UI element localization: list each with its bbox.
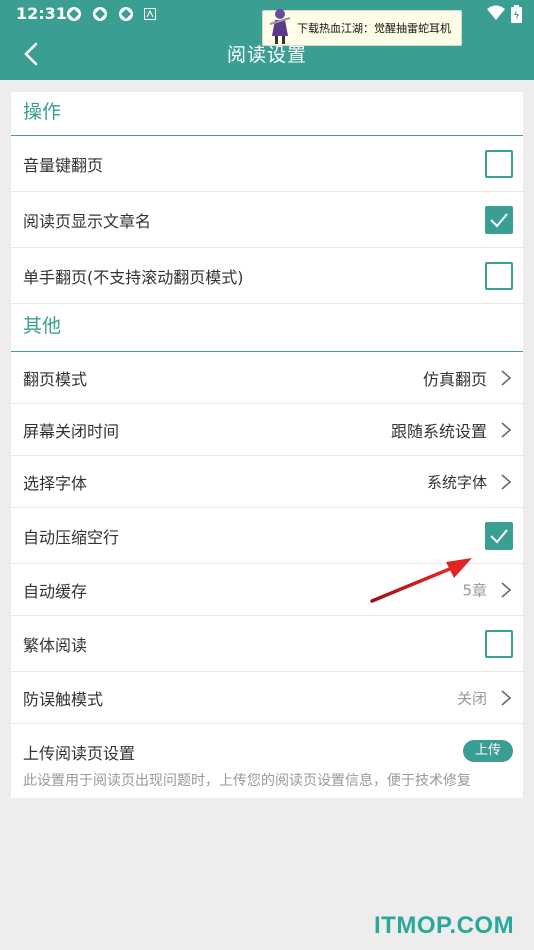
checkbox-unchecked[interactable] <box>485 261 513 290</box>
settings-card: 操作 音量键翻页 阅读页显示文章名 单手翻页(不支持滚动翻页模式) 其他 翻页模… <box>11 92 523 798</box>
setting-label: 繁体阅读 <box>23 635 88 655</box>
chevron-right-icon <box>501 473 512 490</box>
check-icon <box>490 528 508 543</box>
checkbox-checked[interactable] <box>485 205 513 234</box>
setting-label: 防误触模式 <box>23 689 104 709</box>
setting-label: 屏幕关闭时间 <box>23 421 120 441</box>
wifi-icon <box>487 5 505 20</box>
checkbox-checked[interactable] <box>485 521 513 550</box>
setting-label: 翻页模式 <box>23 369 88 389</box>
setting-one-hand-page[interactable]: 单手翻页(不支持滚动翻页模式) <box>11 248 523 304</box>
checkbox-unchecked[interactable] <box>485 629 513 658</box>
setting-label: 自动缓存 <box>23 581 88 601</box>
annotation-arrow-icon <box>370 558 472 603</box>
setting-value: 关闭 <box>456 689 487 707</box>
setting-font[interactable]: 选择字体 系统字体 <box>11 456 523 508</box>
setting-traditional-chinese[interactable]: 繁体阅读 <box>11 616 523 672</box>
notification-icon <box>119 7 133 21</box>
setting-description: 此设置用于阅读页出现问题时，上传您的阅读页设置信息，便于技术修复 <box>23 773 471 789</box>
setting-label: 单手翻页(不支持滚动翻页模式) <box>23 267 244 287</box>
setting-label: 阅读页显示文章名 <box>23 211 152 231</box>
chevron-right-icon <box>501 689 512 706</box>
setting-upload-reading-settings: 上传阅读页设置 上传 此设置用于阅读页出现问题时，上传您的阅读页设置信息，便于技… <box>11 724 523 798</box>
setting-mistouch-mode[interactable]: 防误触模式 关闭 <box>11 672 523 724</box>
chevron-right-icon <box>501 421 512 438</box>
setting-label: 上传阅读页设置 <box>23 744 136 763</box>
notification-icon <box>93 7 107 21</box>
chevron-right-icon <box>501 581 512 598</box>
app-notification-icon <box>144 8 156 20</box>
chevron-right-icon <box>501 369 512 386</box>
setting-value: 仿真翻页 <box>422 369 487 389</box>
game-character-icon <box>269 9 291 44</box>
checkbox-unchecked[interactable] <box>485 149 513 178</box>
setting-volume-key-page[interactable]: 音量键翻页 <box>11 136 523 192</box>
setting-page-mode[interactable]: 翻页模式 仿真翻页 <box>11 352 523 404</box>
notification-icon <box>67 7 81 21</box>
ad-banner[interactable]: 下载热血江湖：觉醒抽雷蛇耳机 <box>262 9 462 46</box>
battery-icon <box>511 5 522 23</box>
watermark: ITMOP.COM <box>374 912 515 939</box>
status-time: 12:31 <box>16 4 67 23</box>
ad-text: 下载热血江湖：觉醒抽雷蛇耳机 <box>297 22 451 35</box>
setting-value: 跟随系统设置 <box>390 421 487 441</box>
setting-label: 选择字体 <box>23 473 88 493</box>
setting-label: 自动压缩空行 <box>23 527 120 547</box>
check-icon <box>490 212 508 227</box>
setting-value: 系统字体 <box>426 473 487 491</box>
section-title-operation: 操作 <box>11 92 523 136</box>
upload-button[interactable]: 上传 <box>463 740 513 762</box>
setting-screen-off-time[interactable]: 屏幕关闭时间 跟随系统设置 <box>11 404 523 456</box>
section-title-other: 其他 <box>11 304 523 352</box>
setting-label: 音量键翻页 <box>23 155 104 175</box>
setting-show-chapter-name[interactable]: 阅读页显示文章名 <box>11 192 523 248</box>
